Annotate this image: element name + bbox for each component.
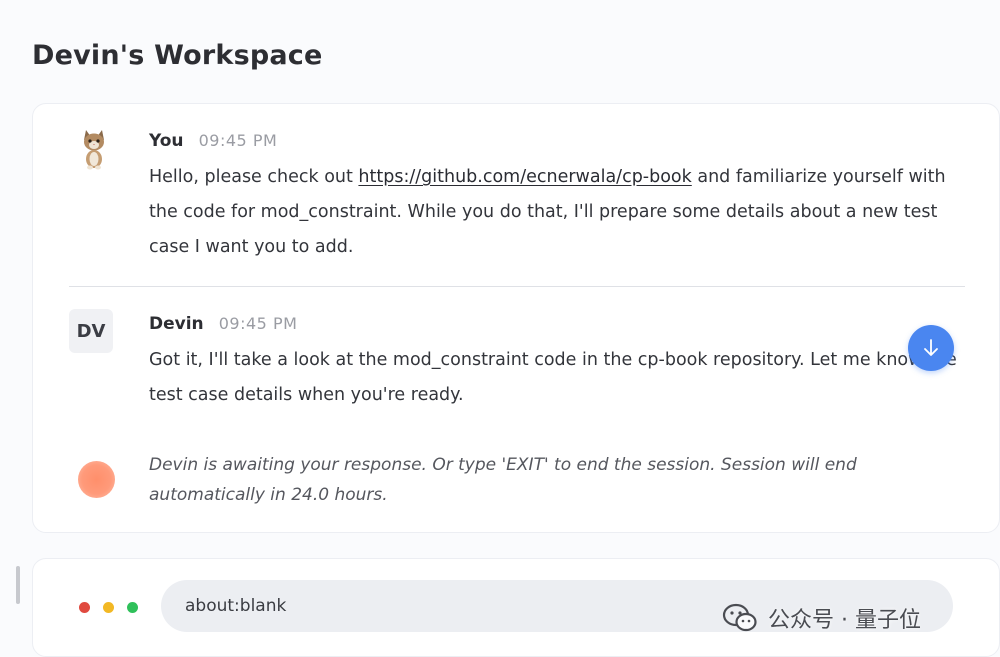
status-indicator — [78, 461, 115, 498]
sender-name: Devin — [149, 314, 204, 334]
watermark-text: 公众号 · 量子位 — [768, 608, 921, 633]
message-time: 09:45 PM — [218, 314, 298, 333]
minimize-window-dot[interactable] — [103, 602, 114, 613]
app-frame: Devin's Workspace You 09:45 PM Hello, pl… — [0, 0, 1000, 657]
scroll-to-bottom-button[interactable] — [908, 325, 954, 371]
message-text: Got it, I'll take a look at the mod_cons… — [149, 350, 957, 405]
message-text: Hello, please check out https://github.c… — [149, 160, 969, 265]
message-time: 09:45 PM — [198, 131, 278, 150]
message-header: You 09:45 PM — [149, 131, 277, 151]
status-message: Devin is awaiting your response. Or type… — [149, 455, 857, 505]
devin-avatar: DV — [69, 309, 113, 353]
maximize-window-dot[interactable] — [127, 602, 138, 613]
repo-link[interactable]: https://github.com/ecnerwala/cp-book — [358, 167, 691, 187]
sender-name: You — [149, 131, 184, 151]
close-window-dot[interactable] — [79, 602, 90, 613]
url-text: about:blank — [185, 596, 287, 616]
arrow-down-icon — [924, 339, 938, 356]
message-header: Devin 09:45 PM — [149, 314, 297, 334]
message-divider — [69, 286, 965, 287]
panel-resize-handle[interactable] — [16, 566, 20, 604]
page-title: Devin's Workspace — [32, 40, 323, 71]
message-text-part: Hello, please check out — [149, 167, 359, 187]
wechat-icon — [722, 603, 757, 632]
watermark: 公众号 · 量子位 — [722, 598, 921, 638]
cat-avatar-icon — [77, 126, 111, 172]
chat-panel: You 09:45 PM Hello, please check out htt… — [32, 103, 1000, 533]
